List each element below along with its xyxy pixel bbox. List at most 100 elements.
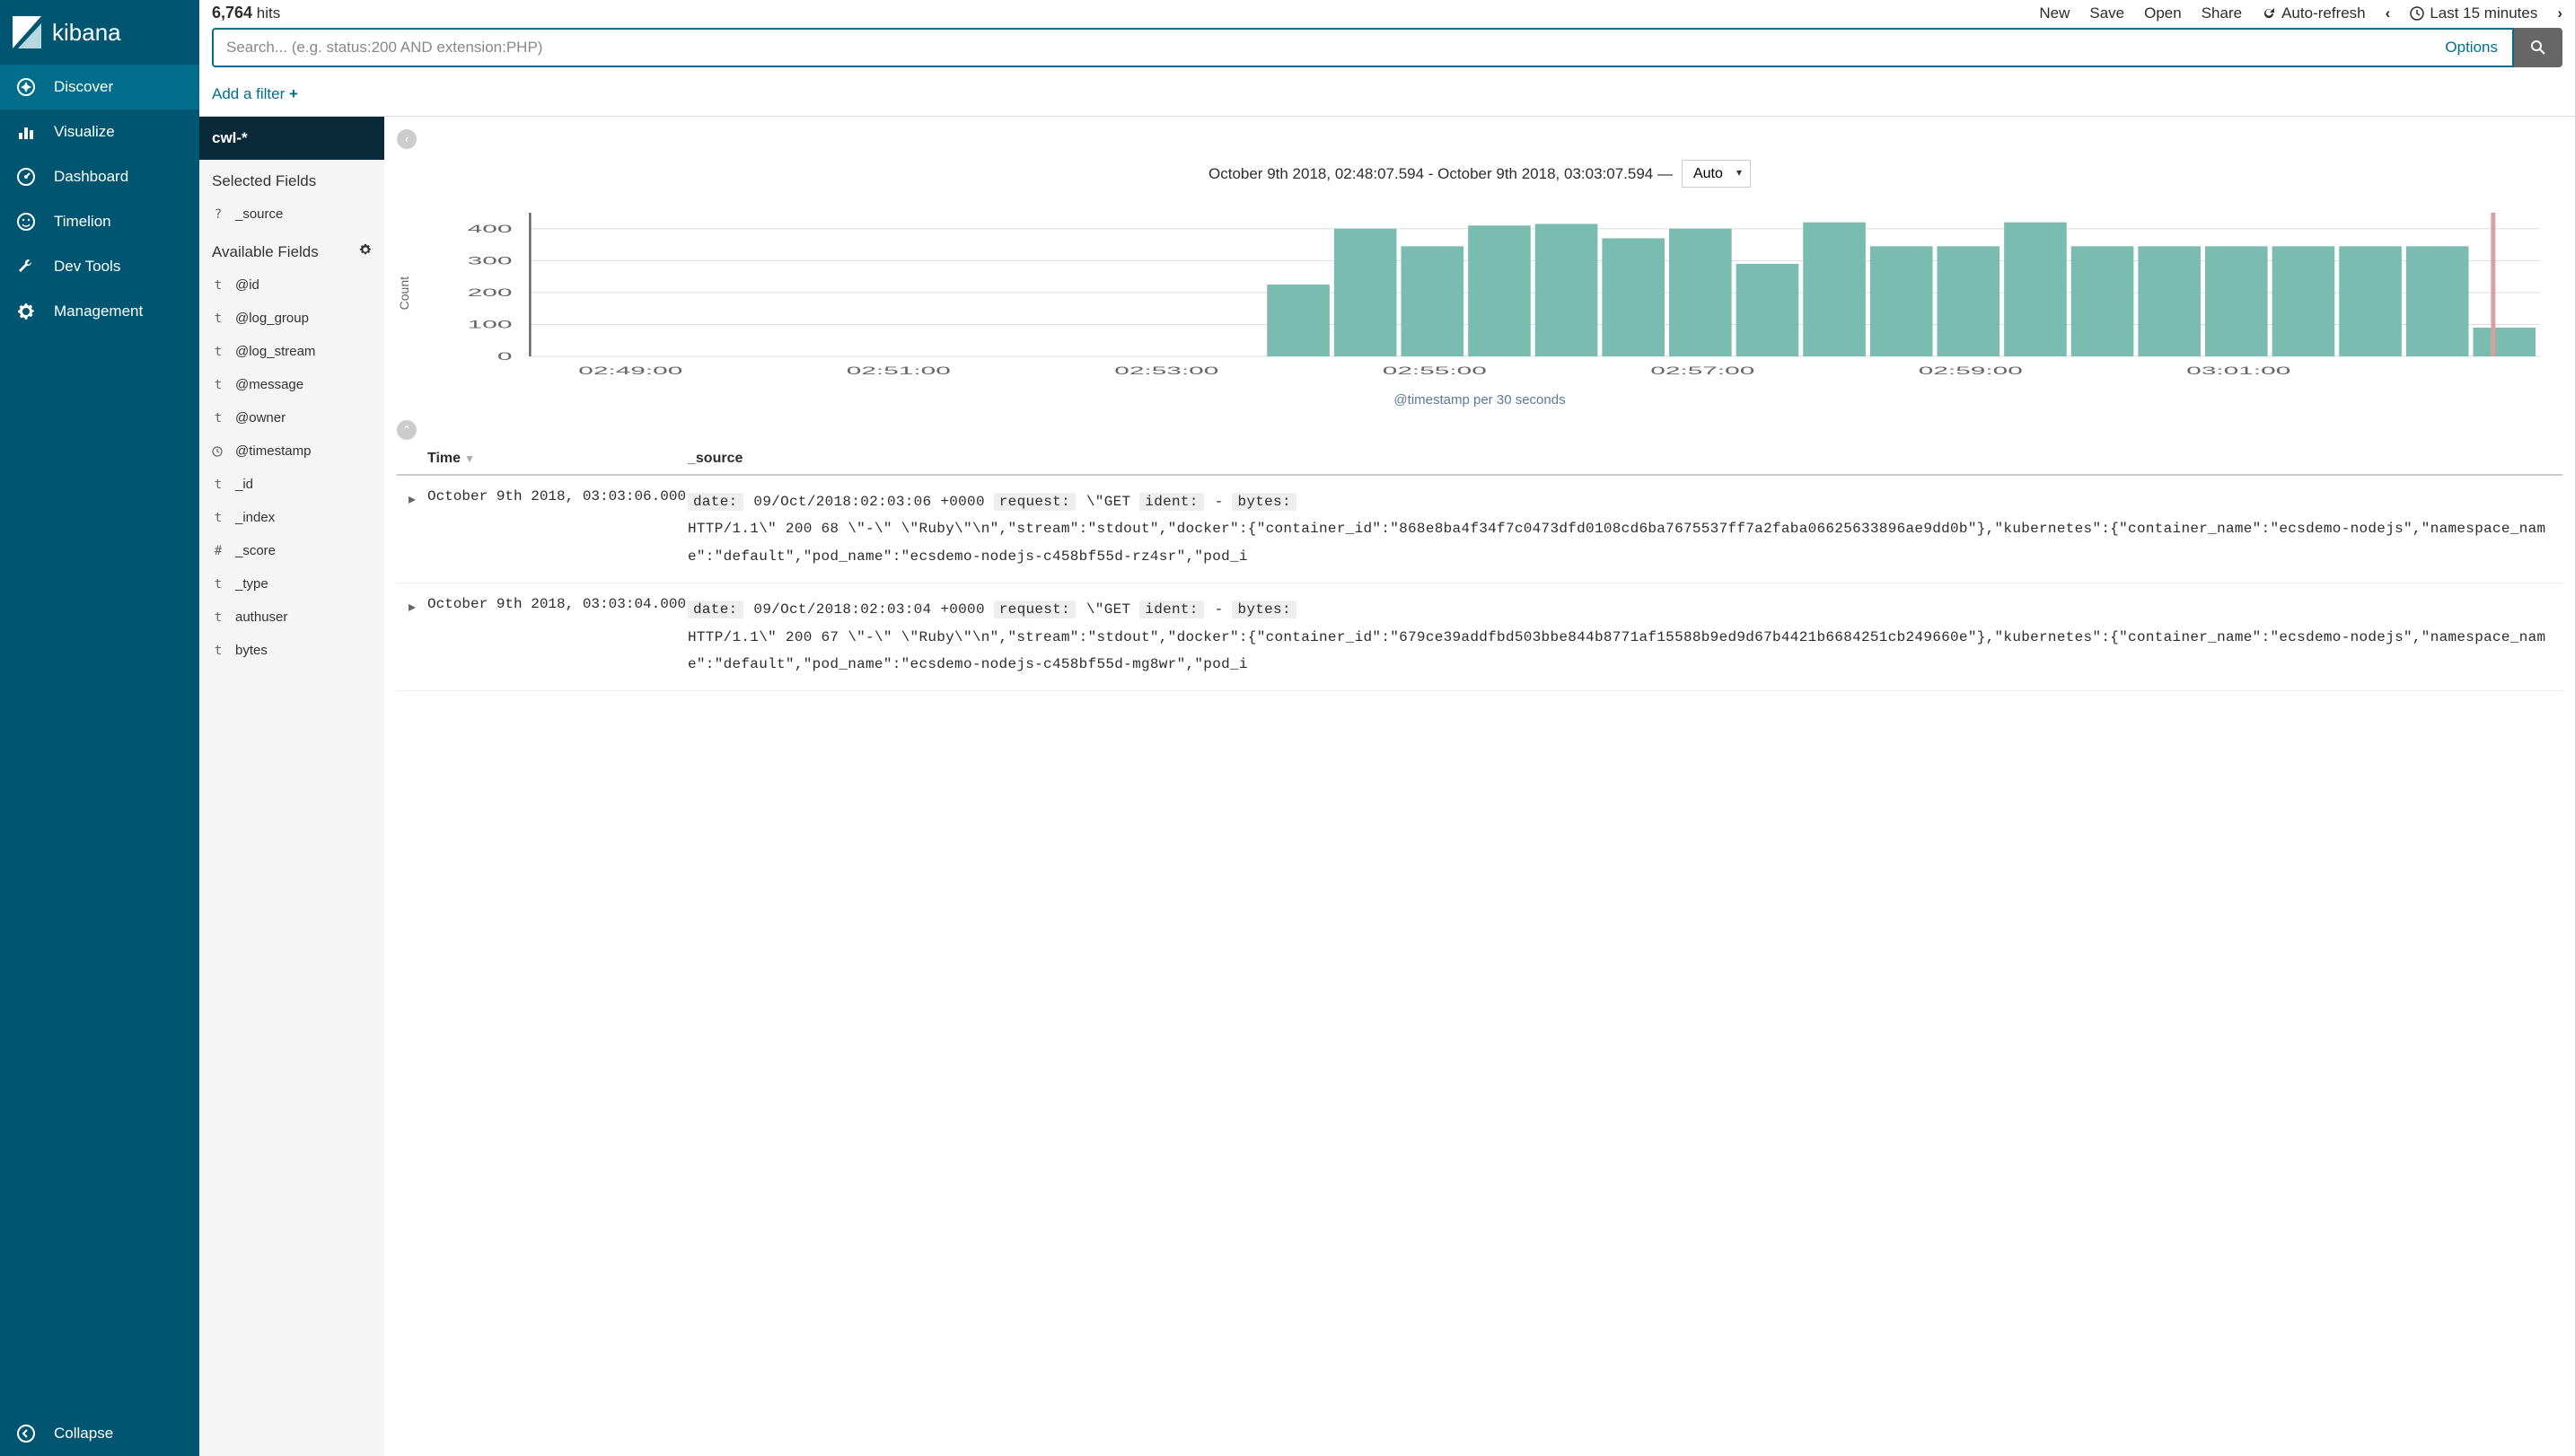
field-type-icon: t xyxy=(212,610,224,625)
open-button[interactable]: Open xyxy=(2144,4,2182,22)
search-options[interactable]: Options xyxy=(2430,30,2512,66)
field-_id[interactable]: t_id xyxy=(199,468,384,501)
field-@id[interactable]: t@id xyxy=(199,268,384,302)
field-type-icon: t xyxy=(212,478,224,492)
main-content: 6,764 hits New Save Open Share Auto-refr… xyxy=(199,0,2575,1456)
histogram-header: October 9th 2018, 02:48:07.594 - October… xyxy=(397,153,2562,195)
collapse-histogram-icon[interactable]: ‹ xyxy=(397,129,417,149)
time-range-button[interactable]: Last 15 minutes xyxy=(2410,4,2537,22)
svg-text:300: 300 xyxy=(468,254,513,267)
time-prev-icon[interactable]: ‹ xyxy=(2386,4,2391,22)
doc-source: date: 09/Oct/2018:02:03:06 +0000 request… xyxy=(688,488,2562,570)
chart-svg[interactable]: 010020030040002:49:0002:51:0002:53:0002:… xyxy=(418,204,2562,383)
time-range-text: October 9th 2018, 02:48:07.594 - October… xyxy=(1208,165,1673,183)
results-area: ‹ October 9th 2018, 02:48:07.594 - Octob… xyxy=(384,117,2575,1456)
new-button[interactable]: New xyxy=(2039,4,2070,22)
auto-refresh-button[interactable]: Auto-refresh xyxy=(2262,4,2366,22)
field-type-icon: t xyxy=(212,411,224,425)
sort-caret-icon: ▼ xyxy=(464,452,475,465)
nav-item-discover[interactable]: Discover xyxy=(0,65,199,110)
field-@log_stream[interactable]: t@log_stream xyxy=(199,335,384,368)
field-@message[interactable]: t@message xyxy=(199,368,384,401)
svg-text:400: 400 xyxy=(468,223,513,235)
svg-text:02:59:00: 02:59:00 xyxy=(1919,364,2023,377)
gear-icon xyxy=(16,302,36,321)
nav-item-dashboard[interactable]: Dashboard xyxy=(0,154,199,199)
doc-table-header: Time ▼ _source xyxy=(397,443,2562,476)
svg-text:200: 200 xyxy=(468,286,513,299)
gauge-icon xyxy=(16,167,36,187)
field-_index[interactable]: t_index xyxy=(199,501,384,534)
doc-row: ▸October 9th 2018, 03:03:06.000date: 09/… xyxy=(397,476,2562,583)
interval-select[interactable]: Auto xyxy=(1682,160,1751,188)
share-button[interactable]: Share xyxy=(2201,4,2242,22)
col-time-header[interactable]: Time ▼ xyxy=(427,451,688,467)
face-icon xyxy=(16,212,36,232)
field-type-icon: t xyxy=(212,345,224,359)
fields-settings-icon[interactable] xyxy=(359,243,372,256)
time-next-icon[interactable]: › xyxy=(2557,4,2562,22)
field-type-icon: t xyxy=(212,644,224,658)
nav-item-visualize[interactable]: Visualize xyxy=(0,110,199,154)
kv-key: ident: xyxy=(1139,493,1203,511)
hits-count: 6,764 hits xyxy=(212,4,280,22)
nav-item-dev-tools[interactable]: Dev Tools xyxy=(0,244,199,289)
wrench-icon xyxy=(16,257,36,276)
expand-row-icon[interactable]: ▸ xyxy=(397,488,427,570)
field-@log_group[interactable]: t@log_group xyxy=(199,302,384,335)
y-axis-label: Count xyxy=(397,276,411,310)
field-@owner[interactable]: t@owner xyxy=(199,401,384,434)
brand-name: kibana xyxy=(52,19,121,47)
svg-text:03:01:00: 03:01:00 xyxy=(2186,364,2290,377)
searchbar: Options xyxy=(199,22,2575,76)
bar-chart-icon xyxy=(16,122,36,142)
fields-panel: cwl-* Selected Fields ?_source Available… xyxy=(199,117,384,1456)
doc-time: October 9th 2018, 03:03:06.000 xyxy=(427,488,688,570)
svg-text:02:51:00: 02:51:00 xyxy=(847,364,951,377)
field-_score[interactable]: #_score xyxy=(199,534,384,567)
index-pattern-selector[interactable]: cwl-* xyxy=(199,117,384,160)
svg-text:02:57:00: 02:57:00 xyxy=(1650,364,1754,377)
svg-text:100: 100 xyxy=(468,318,513,330)
histogram-chart: Count 010020030040002:49:0002:51:0002:53… xyxy=(397,195,2562,392)
search-icon xyxy=(2530,39,2546,56)
svg-text:02:55:00: 02:55:00 xyxy=(1383,364,1487,377)
nav-item-management[interactable]: Management xyxy=(0,289,199,334)
field-type-icon xyxy=(212,446,224,457)
x-axis-label: @timestamp per 30 seconds xyxy=(397,392,2562,417)
field-type-icon: # xyxy=(212,544,224,558)
field-_source[interactable]: ?_source xyxy=(199,197,384,231)
field-type-icon: t xyxy=(212,577,224,592)
add-filter-button[interactable]: Add a filter + xyxy=(212,85,298,102)
compass-icon xyxy=(16,77,36,97)
col-source-header[interactable]: _source xyxy=(688,451,2562,467)
field-type-icon: t xyxy=(212,278,224,293)
available-fields-title: Available Fields xyxy=(199,231,384,268)
doc-table: Time ▼ _source ▸October 9th 2018, 03:03:… xyxy=(397,443,2562,691)
field-type-icon: t xyxy=(212,378,224,392)
logo[interactable]: kibana xyxy=(0,0,199,65)
svg-text:02:53:00: 02:53:00 xyxy=(1114,364,1218,377)
field-type-icon: t xyxy=(212,311,224,326)
kv-key: date: xyxy=(688,601,743,618)
search-input[interactable] xyxy=(214,30,2430,66)
kv-key: bytes: xyxy=(1232,601,1296,618)
clock-icon xyxy=(2410,6,2424,21)
nav-item-timelion[interactable]: Timelion xyxy=(0,199,199,244)
field-_type[interactable]: t_type xyxy=(199,567,384,601)
collapse-icon xyxy=(16,1424,36,1443)
expand-row-icon[interactable]: ▸ xyxy=(397,596,427,678)
collapse-sidebar[interactable]: Collapse xyxy=(0,1411,199,1456)
field-authuser[interactable]: tauthuser xyxy=(199,601,384,634)
filter-bar: Add a filter + xyxy=(199,76,2575,117)
scroll-top-icon[interactable]: ⌃ xyxy=(397,420,417,440)
save-button[interactable]: Save xyxy=(2089,4,2124,22)
search-button[interactable] xyxy=(2514,28,2562,67)
kibana-logo-icon xyxy=(13,16,41,48)
kv-key: request: xyxy=(994,493,1076,511)
field-@timestamp[interactable]: @timestamp xyxy=(199,434,384,468)
selected-fields-title: Selected Fields xyxy=(199,160,384,197)
field-bytes[interactable]: tbytes xyxy=(199,634,384,667)
refresh-icon xyxy=(2262,6,2276,21)
field-type-icon: ? xyxy=(212,207,224,222)
